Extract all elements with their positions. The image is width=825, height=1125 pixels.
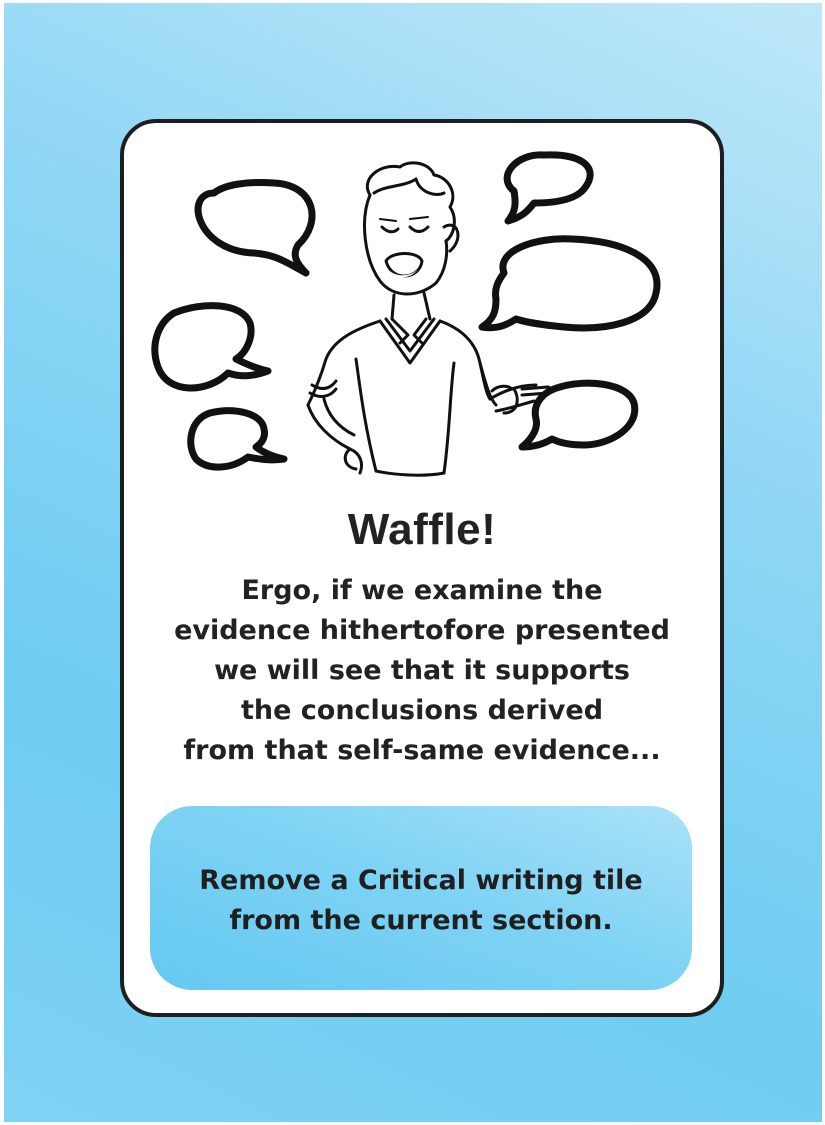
flavor-line: from that self-same evidence...	[183, 735, 661, 766]
game-card[interactable]: Waffle! Ergo, if we examine the evidence…	[120, 119, 724, 1017]
speech-bubble-top-right	[503, 151, 594, 225]
effect-box: Remove a Critical writing tile from the …	[150, 806, 692, 990]
speech-bubble-top-left	[194, 179, 316, 277]
flavor-line: the conclusions derived	[240, 695, 604, 726]
card-background: Waffle! Ergo, if we examine the evidence…	[4, 3, 822, 1122]
speech-bubble-bottom-left	[187, 407, 288, 471]
flavor-line: evidence hithertofore presented	[174, 615, 670, 646]
effect-line: Remove a Critical writing tile	[199, 865, 643, 896]
card-illustration	[151, 151, 661, 477]
effect-text: Remove a Critical writing tile from the …	[150, 861, 692, 941]
card-title: Waffle!	[347, 505, 497, 554]
speech-bubble-left	[151, 302, 272, 392]
flavor-line: Ergo, if we examine the	[241, 575, 603, 606]
flavor-text: Ergo, if we examine the evidence hithert…	[124, 571, 720, 771]
speech-bubble-mid-right	[478, 235, 661, 332]
effect-line: from the current section.	[229, 905, 613, 936]
flavor-line: we will see that it supports	[214, 655, 630, 686]
